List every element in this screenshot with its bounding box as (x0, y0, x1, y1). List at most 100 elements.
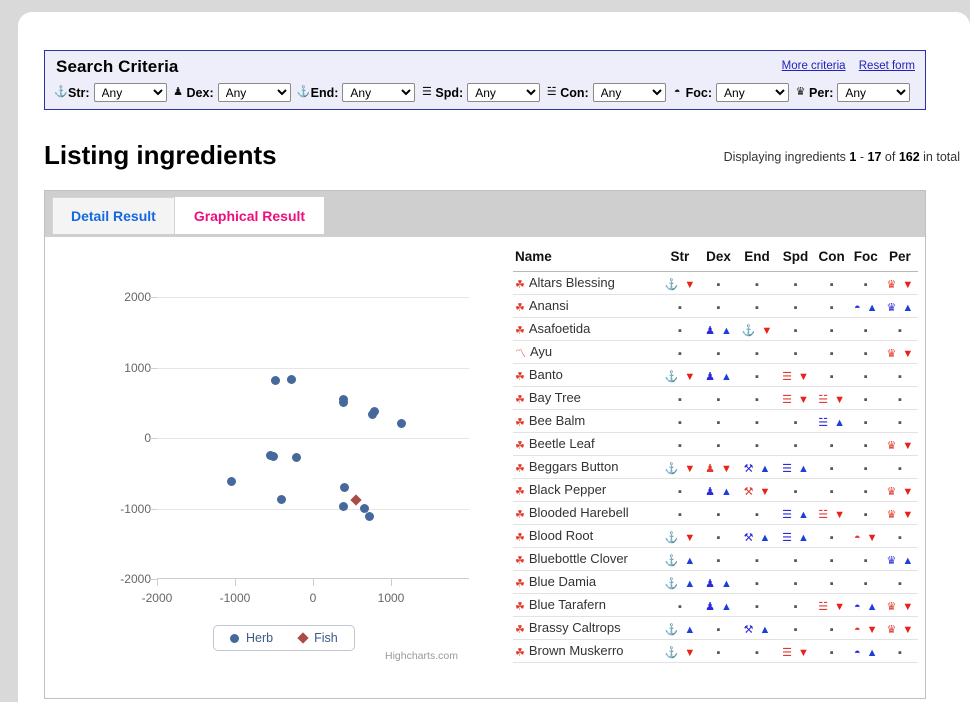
ingredient-name-cell[interactable]: ☘ Anansi (513, 294, 660, 318)
stat-indicator: ☰ ▲ (782, 463, 809, 475)
table-row[interactable]: ☘ Bee Balm ▪ ▪ ▪ ▪ ☱ ▲ ▪ ▪ (513, 409, 918, 433)
chart-gridline (157, 438, 469, 439)
chart-point-herb[interactable] (339, 482, 349, 492)
results-count: Displaying ingredients 1 - 17 of 162 in … (724, 150, 960, 164)
stat-cell-dex: ♟ ▲ (700, 478, 737, 502)
criteria-select-per[interactable]: Any (837, 83, 911, 102)
search-criteria-panel: Search Criteria More criteria Reset form… (44, 50, 926, 110)
stat-empty: ▪ (829, 439, 834, 452)
chart-point-herb[interactable] (276, 494, 286, 504)
stat-indicator: ☱ ▲ (818, 417, 845, 429)
stat-cell-per: ♛ ▼ (881, 478, 918, 502)
ingredient-name-cell[interactable]: ☘ Asafoetida (513, 317, 660, 341)
stat-arrow-up-icon: ▲ (684, 577, 696, 590)
criteria-select-end[interactable]: Any (342, 83, 416, 102)
table-row[interactable]: ☘ Anansi ▪ ▪ ▪ ▪ ▪ ◓ ▲ ♛ ▲ (513, 294, 918, 318)
table-row[interactable]: ☘ Blood Root ⚓ ▼ ▪ ⚒ ▲ ☰ ▲ ▪ ◓ ▼ ▪ (513, 524, 918, 548)
table-row[interactable]: ☘ Blue Damia ⚓ ▲ ♟ ▲ ▪ ▪ ▪ ▪ ▪ (513, 570, 918, 594)
table-row[interactable]: ☘ Asafoetida ▪ ♟ ▲ ⚓ ▼ ▪ ▪ ▪ ▪ (513, 317, 918, 341)
table-row[interactable]: ☘ Blooded Harebell ▪ ▪ ▪ ☰ ▲ ☱ ▼ ▪ ♛ ▼ (513, 501, 918, 525)
stat-empty: ▪ (863, 347, 868, 360)
chart-point-herb[interactable] (287, 374, 297, 384)
ingredient-name-cell[interactable]: ☘ Brown Muskerro (513, 639, 660, 663)
tab-detail-result[interactable]: Detail Result (52, 197, 175, 234)
anchor-icon: ⚓ (54, 86, 68, 98)
ingredient-name-cell[interactable]: ☘ Beetle Leaf (513, 432, 660, 456)
chart-point-herb[interactable] (271, 375, 281, 385)
chart-point-herb[interactable] (365, 512, 375, 522)
table-row[interactable]: ☘ Brassy Caltrops ⚓ ▲ ▪ ⚒ ▲ ▪ ▪ ◓ ▼ ♛ ▼ (513, 616, 918, 640)
chart-point-herb[interactable] (226, 477, 236, 487)
table-row[interactable]: ☘ Bluebottle Clover ⚓ ▲ ▪ ▪ ▪ ▪ ▪ ♛ ▲ (513, 547, 918, 571)
legend-item-herb[interactable]: Herb (230, 631, 273, 645)
ingredient-name-cell[interactable]: ☘ Altars Blessing (513, 271, 660, 295)
ingredient-name-cell[interactable]: 〽 Ayu (513, 340, 660, 364)
column-header-spd[interactable]: Spd (777, 245, 814, 272)
table-row[interactable]: ☘ Blue Tarafern ▪ ♟ ▲ ▪ ▪ ☱ ▼ ◓ ▲ ♛ ▼ (513, 593, 918, 617)
ingredient-name-cell[interactable]: ☘ Banto (513, 363, 660, 387)
ingredient-name-cell[interactable]: ☘ Brassy Caltrops (513, 616, 660, 640)
stat-empty: ▪ (793, 600, 798, 613)
y-axis-tick-mark (149, 438, 157, 439)
reset-form-link[interactable]: Reset form (859, 60, 915, 72)
chart-point-herb[interactable] (268, 451, 278, 461)
chart-point-herb[interactable] (367, 410, 377, 420)
ingredient-name-cell[interactable]: ☘ Beggars Button (513, 455, 660, 479)
stat-indicator: ♟ ▼ (705, 463, 732, 475)
stat-cell-str: ▪ (659, 386, 701, 410)
table-row[interactable]: ☘ Bay Tree ▪ ▪ ▪ ☰ ▼ ☱ ▼ ▪ ▪ (513, 386, 918, 410)
criteria-label: Dex: (186, 85, 214, 100)
table-row[interactable]: ☘ Altars Blessing ⚓ ▼ ▪ ▪ ▪ ▪ ▪ ♛ ▼ (513, 271, 918, 295)
stat-glyph-icon: ⚓ (664, 370, 679, 383)
stat-cell-str: ⚓ ▲ (659, 570, 701, 594)
column-header-per[interactable]: Per (881, 245, 918, 272)
column-header-str[interactable]: Str (659, 245, 701, 272)
legend-item-fish[interactable]: Fish (297, 631, 338, 645)
highcharts-credit[interactable]: Highcharts.com (385, 650, 458, 662)
criteria-field-con: ☱ Con: Any (546, 83, 666, 102)
column-header-name[interactable]: Name (513, 245, 660, 272)
stat-indicator: ♛ ▼ (887, 600, 914, 613)
column-header-end[interactable]: End (736, 245, 778, 272)
ingredient-name-cell[interactable]: ☘ Blue Damia (513, 570, 660, 594)
column-header-con[interactable]: Con (813, 245, 850, 272)
stat-cell-per: ▪ (881, 639, 918, 663)
criteria-select-spd[interactable]: Any (467, 83, 541, 102)
stat-cell-str: ⚓ ▼ (659, 363, 701, 387)
ingredient-type-icon: 〽 (515, 348, 526, 360)
ingredient-name-cell[interactable]: ☘ Blood Root (513, 524, 660, 548)
chart-point-fish[interactable] (350, 494, 362, 506)
table-row[interactable]: ☘ Beggars Button ⚓ ▼ ♟ ▼ ⚒ ▲ ☰ ▲ ▪ ▪ ▪ (513, 455, 918, 479)
ingredient-name-cell[interactable]: ☘ Bee Balm (513, 409, 660, 433)
chart-point-herb[interactable] (292, 452, 302, 462)
stat-arrow-down-icon: ▼ (902, 600, 914, 613)
criteria-select-foc[interactable]: Any (716, 83, 790, 102)
table-row[interactable]: ☘ Brown Muskerro ⚓ ▼ ▪ ▪ ☰ ▼ ▪ ◓ ▲ ▪ (513, 639, 918, 663)
stat-cell-con: ▪ (813, 524, 850, 548)
column-header-dex[interactable]: Dex (700, 245, 737, 272)
stat-cell-end: ▪ (736, 294, 778, 318)
stat-cell-str: ▪ (659, 294, 701, 318)
table-row[interactable]: 〽 Ayu ▪ ▪ ▪ ▪ ▪ ▪ ♛ ▼ (513, 340, 918, 364)
chart-point-herb[interactable] (397, 418, 407, 428)
criteria-select-con[interactable]: Any (592, 83, 666, 102)
moon-icon: ◓ (673, 86, 681, 98)
more-criteria-link[interactable]: More criteria (782, 60, 846, 72)
column-header-foc[interactable]: Foc (849, 245, 882, 272)
ingredient-type-icon: ☘ (515, 509, 525, 521)
ingredient-name-cell[interactable]: ☘ Bay Tree (513, 386, 660, 410)
criteria-select-str[interactable]: Any (93, 83, 167, 102)
table-row[interactable]: ☘ Banto ⚓ ▼ ♟ ▲ ▪ ☰ ▼ ▪ ▪ ▪ (513, 363, 918, 387)
ingredient-name-cell[interactable]: ☘ Bluebottle Clover (513, 547, 660, 571)
stat-cell-str: ⚓ ▲ (659, 616, 701, 640)
x-axis-tick-label: 1000 (377, 591, 405, 605)
ingredient-name-cell[interactable]: ☘ Blooded Harebell (513, 501, 660, 525)
tab-graphical-result[interactable]: Graphical Result (174, 197, 325, 234)
table-row[interactable]: ☘ Black Pepper ▪ ♟ ▲ ⚒ ▼ ▪ ▪ ▪ ♛ ▼ (513, 478, 918, 502)
chart-point-herb[interactable] (338, 502, 348, 512)
ingredient-name-cell[interactable]: ☘ Black Pepper (513, 478, 660, 502)
chart-point-herb[interactable] (339, 398, 349, 408)
table-row[interactable]: ☘ Beetle Leaf ▪ ▪ ▪ ▪ ▪ ▪ ♛ ▼ (513, 432, 918, 456)
ingredient-name-cell[interactable]: ☘ Blue Tarafern (513, 593, 660, 617)
criteria-select-dex[interactable]: Any (217, 83, 291, 102)
